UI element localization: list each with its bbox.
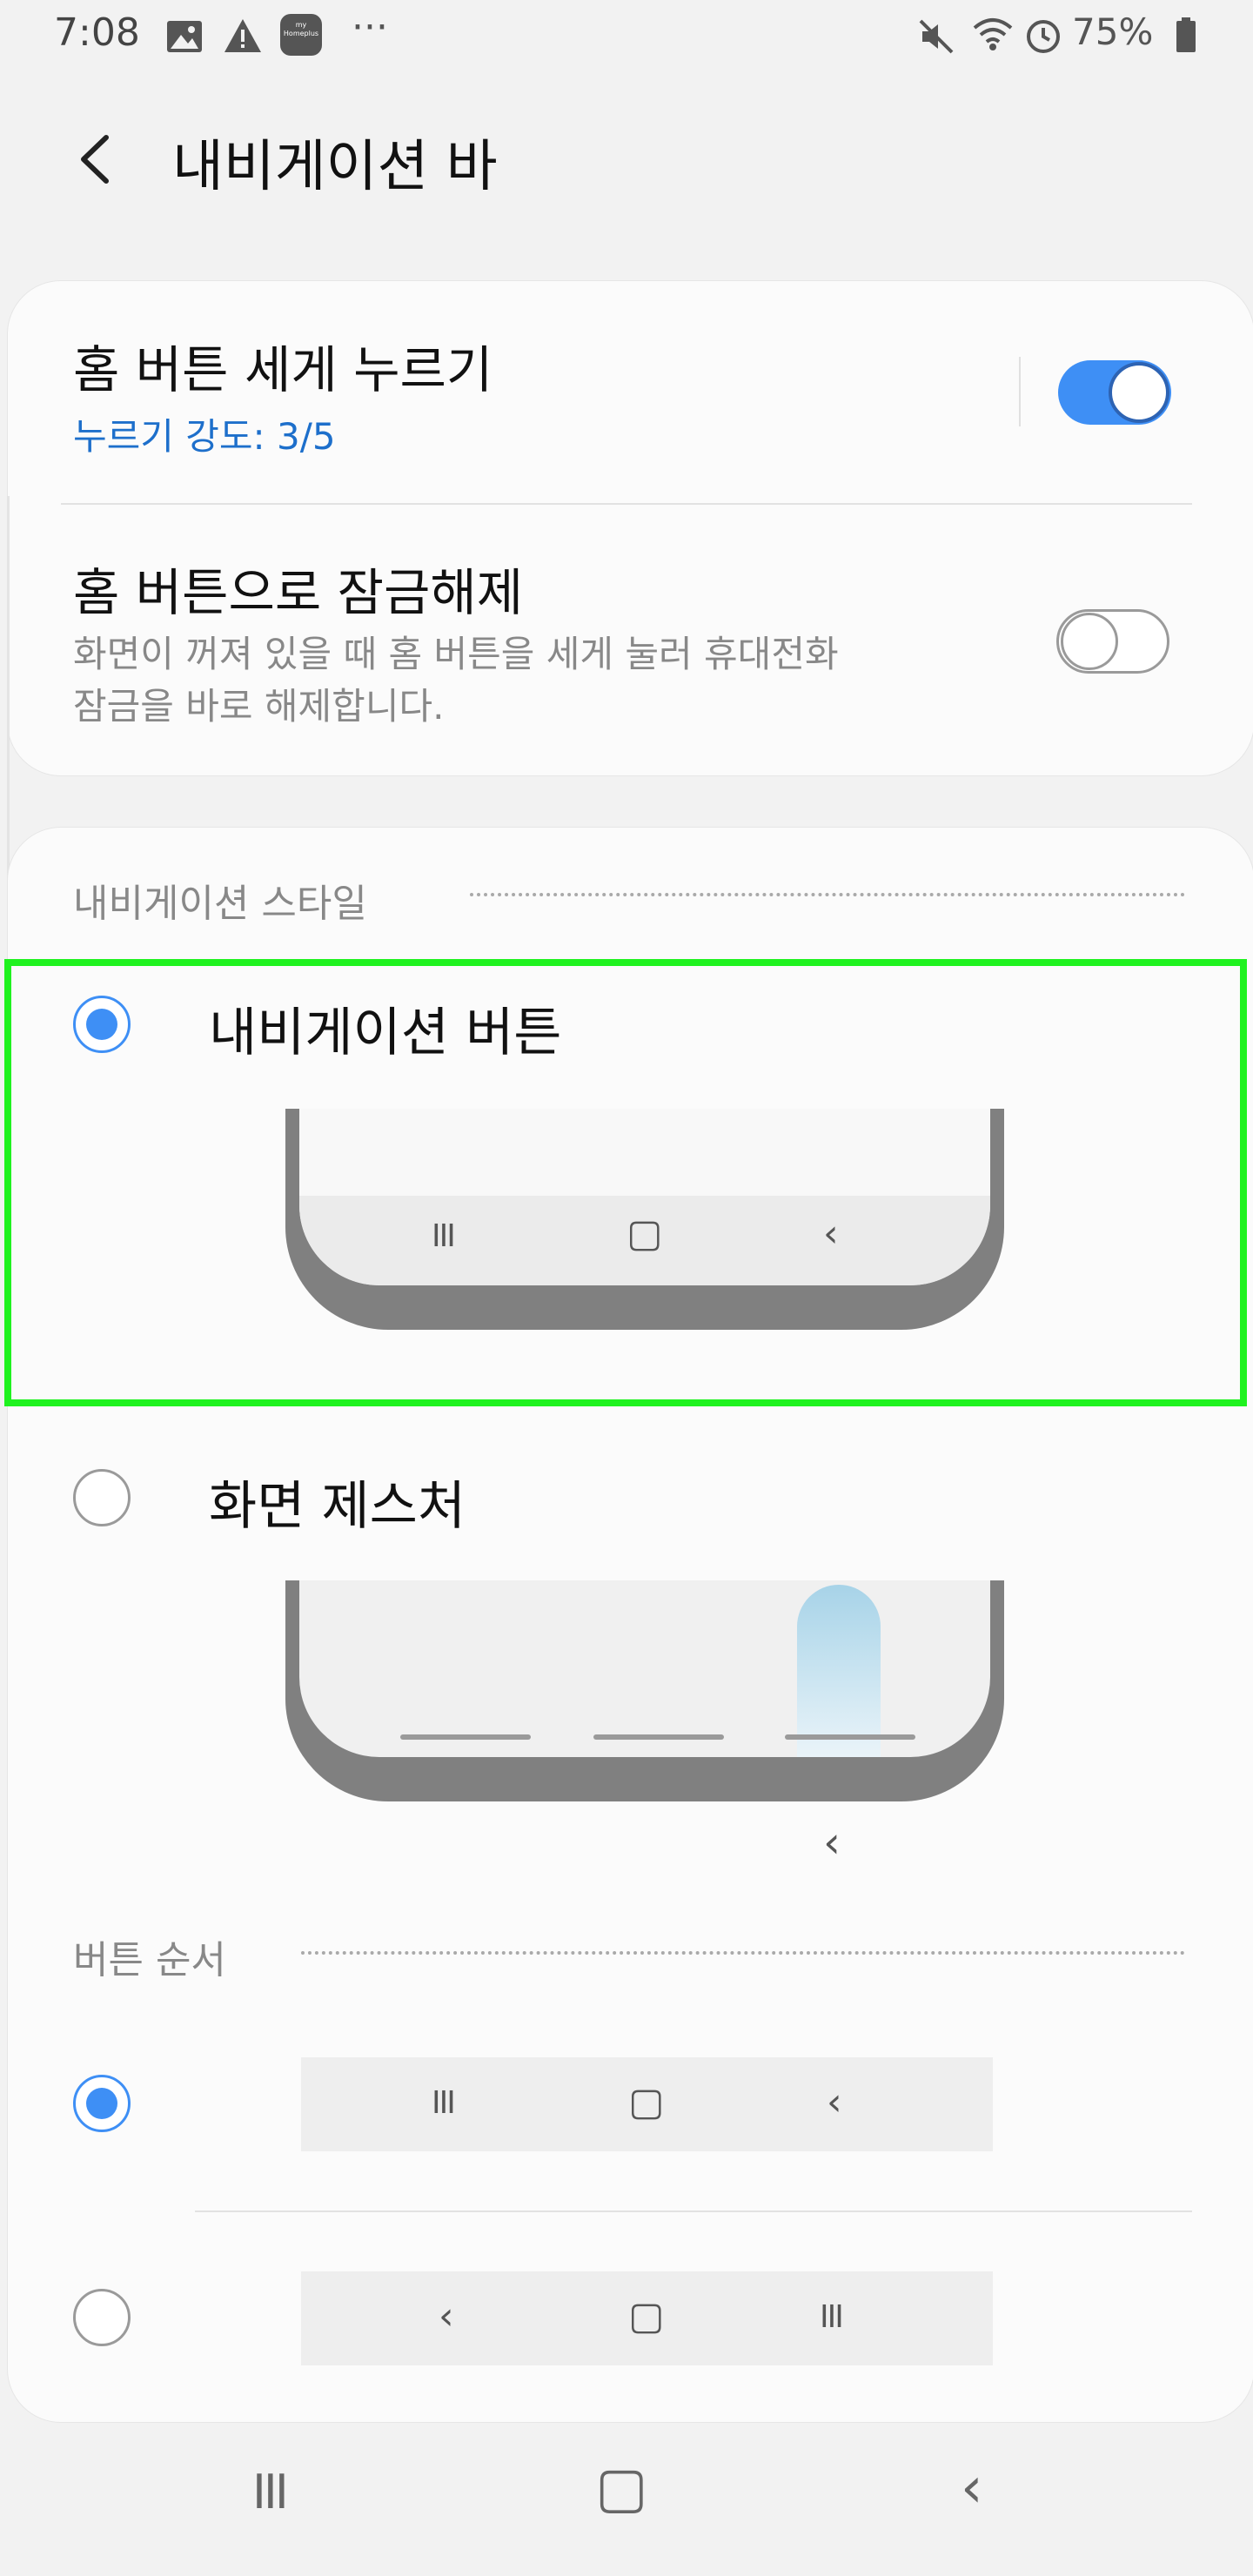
gestures-preview <box>285 1580 1004 1801</box>
image-icon <box>167 21 202 52</box>
home-icon: ▢ <box>628 2080 665 2124</box>
mute-icon <box>919 19 954 54</box>
button-order-radio-2[interactable] <box>73 2289 131 2346</box>
unlock-with-home-title: 홈 버튼으로 잠금해제 <box>73 563 524 622</box>
back-icon: ‹ <box>439 2294 454 2338</box>
gesture-hint-bar <box>400 1734 531 1740</box>
system-back-button[interactable]: ‹ <box>961 2456 983 2520</box>
press-strength-value: 누르기 강도: 3/5 <box>73 415 336 458</box>
unlock-description-line1: 화면이 꺼져 있을 때 홈 버튼을 세게 눌러 휴대전화 <box>73 633 839 675</box>
section-divider <box>301 1951 1185 1955</box>
gestures-radio[interactable] <box>73 1469 131 1526</box>
back-arrow-icon <box>81 135 109 184</box>
warning-icon <box>224 19 261 52</box>
back-button[interactable] <box>68 120 129 198</box>
gesture-hint-bar <box>593 1734 724 1740</box>
unlock-with-home-toggle[interactable] <box>1056 609 1169 674</box>
battery-icon <box>1176 17 1196 52</box>
home-icon: ▢ <box>628 2294 665 2338</box>
navigation-style-header: 내비게이션 스타일 <box>73 882 367 926</box>
unlock-description-line2: 잠금을 바로 해제합니다. <box>73 685 445 728</box>
my-homeplus-app-icon: my Homeplus <box>280 14 322 56</box>
toggle-divider <box>1019 357 1021 426</box>
button-order-preview-1: III ▢ ‹ <box>301 2057 993 2151</box>
gesture-hint-bar <box>785 1734 915 1740</box>
button-order-radio-1[interactable] <box>73 2075 131 2132</box>
focus-highlight <box>4 959 1247 1406</box>
press-hard-title: 홈 버튼 세게 누르기 <box>73 340 493 399</box>
button-order-divider <box>195 2210 1192 2212</box>
swipe-gesture-indicator <box>797 1585 881 1757</box>
status-time: 7:08 <box>54 10 140 55</box>
home-button[interactable]: ▢ <box>595 2456 647 2520</box>
page-title: 내비게이션 바 <box>172 135 498 199</box>
row-divider <box>61 503 1192 505</box>
gestures-label: 화면 제스처 <box>209 1476 466 1537</box>
press-hard-toggle[interactable] <box>1058 360 1171 425</box>
battery-percent: 75% <box>1072 10 1154 53</box>
toggle-knob <box>1109 362 1169 423</box>
gesture-back-hint-icon: ‹ <box>823 1817 841 1868</box>
recents-icon: III <box>432 2085 456 2121</box>
button-order-preview-2: ‹ ▢ III <box>301 2271 993 2365</box>
recents-icon: III <box>820 2299 844 2335</box>
button-order-header: 버튼 순서 <box>73 1938 226 1982</box>
more-dots-icon: ··· <box>352 5 388 50</box>
section-divider <box>470 893 1185 896</box>
recents-button[interactable]: III <box>252 2465 289 2519</box>
toggle-knob <box>1061 613 1118 670</box>
back-icon: ‹ <box>827 2080 842 2124</box>
wifi-icon <box>973 18 1013 50</box>
alarm-icon <box>1027 20 1060 53</box>
